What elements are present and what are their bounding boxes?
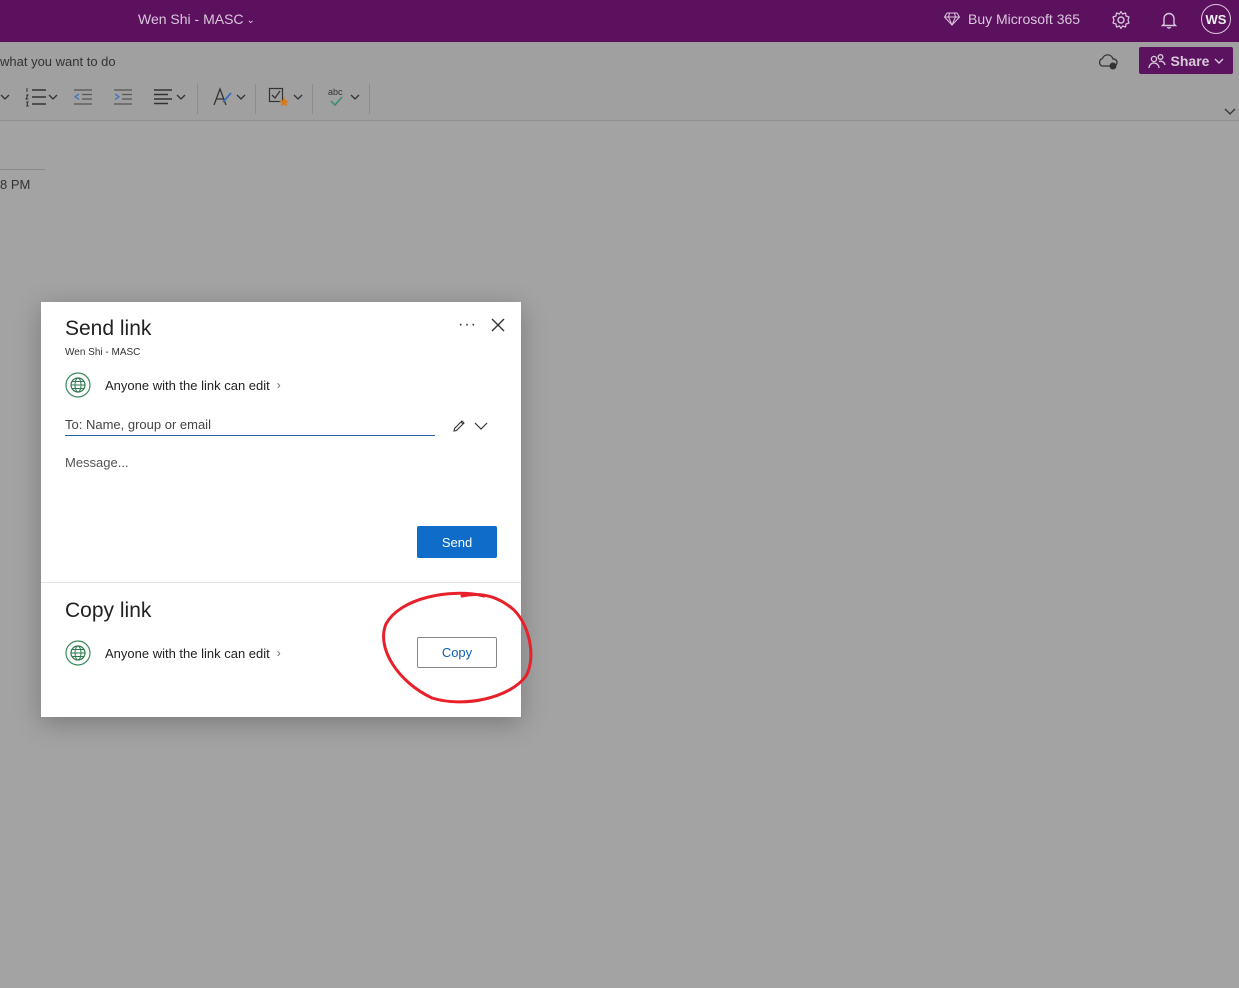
send-permission-label: Anyone with the link can edit bbox=[105, 377, 270, 393]
ribbon-separator bbox=[197, 84, 198, 114]
document-title[interactable]: Wen Shi - MASC ⌄ bbox=[138, 11, 255, 27]
buy-label: Buy Microsoft 365 bbox=[968, 11, 1081, 27]
spelling-button[interactable]: abc bbox=[327, 86, 361, 108]
chevron-down-icon bbox=[1214, 58, 1224, 64]
message-input[interactable] bbox=[65, 455, 495, 515]
chevron-down-icon[interactable] bbox=[474, 421, 488, 431]
svg-text:abc: abc bbox=[328, 87, 343, 97]
chevron-down-icon bbox=[176, 94, 186, 100]
share-button[interactable]: Share bbox=[1139, 47, 1233, 74]
chevron-down-icon bbox=[48, 94, 58, 100]
styles-button[interactable] bbox=[211, 86, 247, 108]
buy-microsoft-365-link[interactable]: Buy Microsoft 365 bbox=[944, 11, 1080, 27]
section-divider bbox=[41, 582, 521, 583]
chevron-down-icon bbox=[293, 94, 303, 100]
globe-icon bbox=[65, 372, 91, 398]
increase-indent-button[interactable] bbox=[113, 86, 133, 108]
send-button[interactable]: Send bbox=[417, 526, 497, 558]
more-options-button[interactable]: ··· bbox=[458, 316, 478, 333]
send-link-title: Send link bbox=[65, 317, 152, 340]
styles-pen-icon bbox=[213, 87, 232, 106]
page-title-underline bbox=[0, 169, 45, 170]
copy-link-title: Copy link bbox=[65, 599, 152, 622]
ribbon-separator bbox=[255, 84, 256, 114]
chevron-right-icon: › bbox=[276, 646, 281, 660]
send-link-dialog: Send link Wen Shi - MASC ··· Anyone with… bbox=[41, 302, 521, 717]
font-dropdown-chevron[interactable] bbox=[0, 86, 10, 108]
document-name: Wen Shi - MASC bbox=[65, 347, 141, 358]
increase-indent-icon bbox=[114, 89, 132, 105]
avatar[interactable]: WS bbox=[1201, 4, 1231, 34]
ribbon-separator bbox=[369, 84, 370, 114]
share-label: Share bbox=[1170, 52, 1210, 69]
copy-button[interactable]: Copy bbox=[417, 637, 497, 668]
spell-check-icon: abc bbox=[328, 87, 343, 107]
chevron-down-icon: ⌄ bbox=[246, 15, 255, 26]
cloud-sync-icon[interactable] bbox=[1097, 53, 1119, 71]
globe-icon bbox=[65, 640, 91, 666]
document-title-label: Wen Shi - MASC bbox=[138, 11, 244, 27]
align-left-icon bbox=[154, 89, 172, 105]
bell-icon[interactable] bbox=[1159, 10, 1179, 30]
chevron-down-icon bbox=[0, 94, 10, 100]
diamond-icon bbox=[944, 12, 960, 26]
align-button[interactable] bbox=[153, 86, 187, 108]
recipient-input[interactable] bbox=[65, 413, 435, 436]
decrease-indent-button[interactable] bbox=[73, 86, 93, 108]
ribbon: what you want to do Share abc bbox=[0, 42, 1239, 121]
numbered-list-icon bbox=[25, 88, 46, 107]
chevron-down-icon bbox=[350, 94, 360, 100]
decrease-indent-icon bbox=[73, 89, 92, 105]
pencil-icon[interactable] bbox=[452, 419, 466, 433]
copy-link-permission[interactable]: Anyone with the link can edit › bbox=[65, 640, 281, 666]
chevron-right-icon: › bbox=[276, 378, 281, 392]
people-icon bbox=[1147, 53, 1166, 68]
todo-tag-star-icon bbox=[268, 87, 289, 107]
page-timestamp: 8 PM bbox=[0, 177, 31, 192]
send-link-permission[interactable]: Anyone with the link can edit › bbox=[65, 372, 281, 398]
copy-permission-label: Anyone with the link can edit bbox=[105, 645, 270, 661]
close-icon[interactable] bbox=[490, 317, 506, 333]
tag-button[interactable] bbox=[268, 86, 304, 108]
title-bar: Wen Shi - MASC ⌄ Buy Microsoft 365 WS bbox=[0, 0, 1239, 42]
ribbon-expand-chevron-icon[interactable] bbox=[1224, 106, 1236, 116]
ribbon-separator bbox=[312, 84, 313, 114]
tell-me-search[interactable]: what you want to do bbox=[0, 54, 116, 69]
chevron-down-icon bbox=[236, 94, 246, 100]
numbered-list-button[interactable] bbox=[25, 86, 59, 108]
gear-icon[interactable] bbox=[1111, 10, 1131, 30]
